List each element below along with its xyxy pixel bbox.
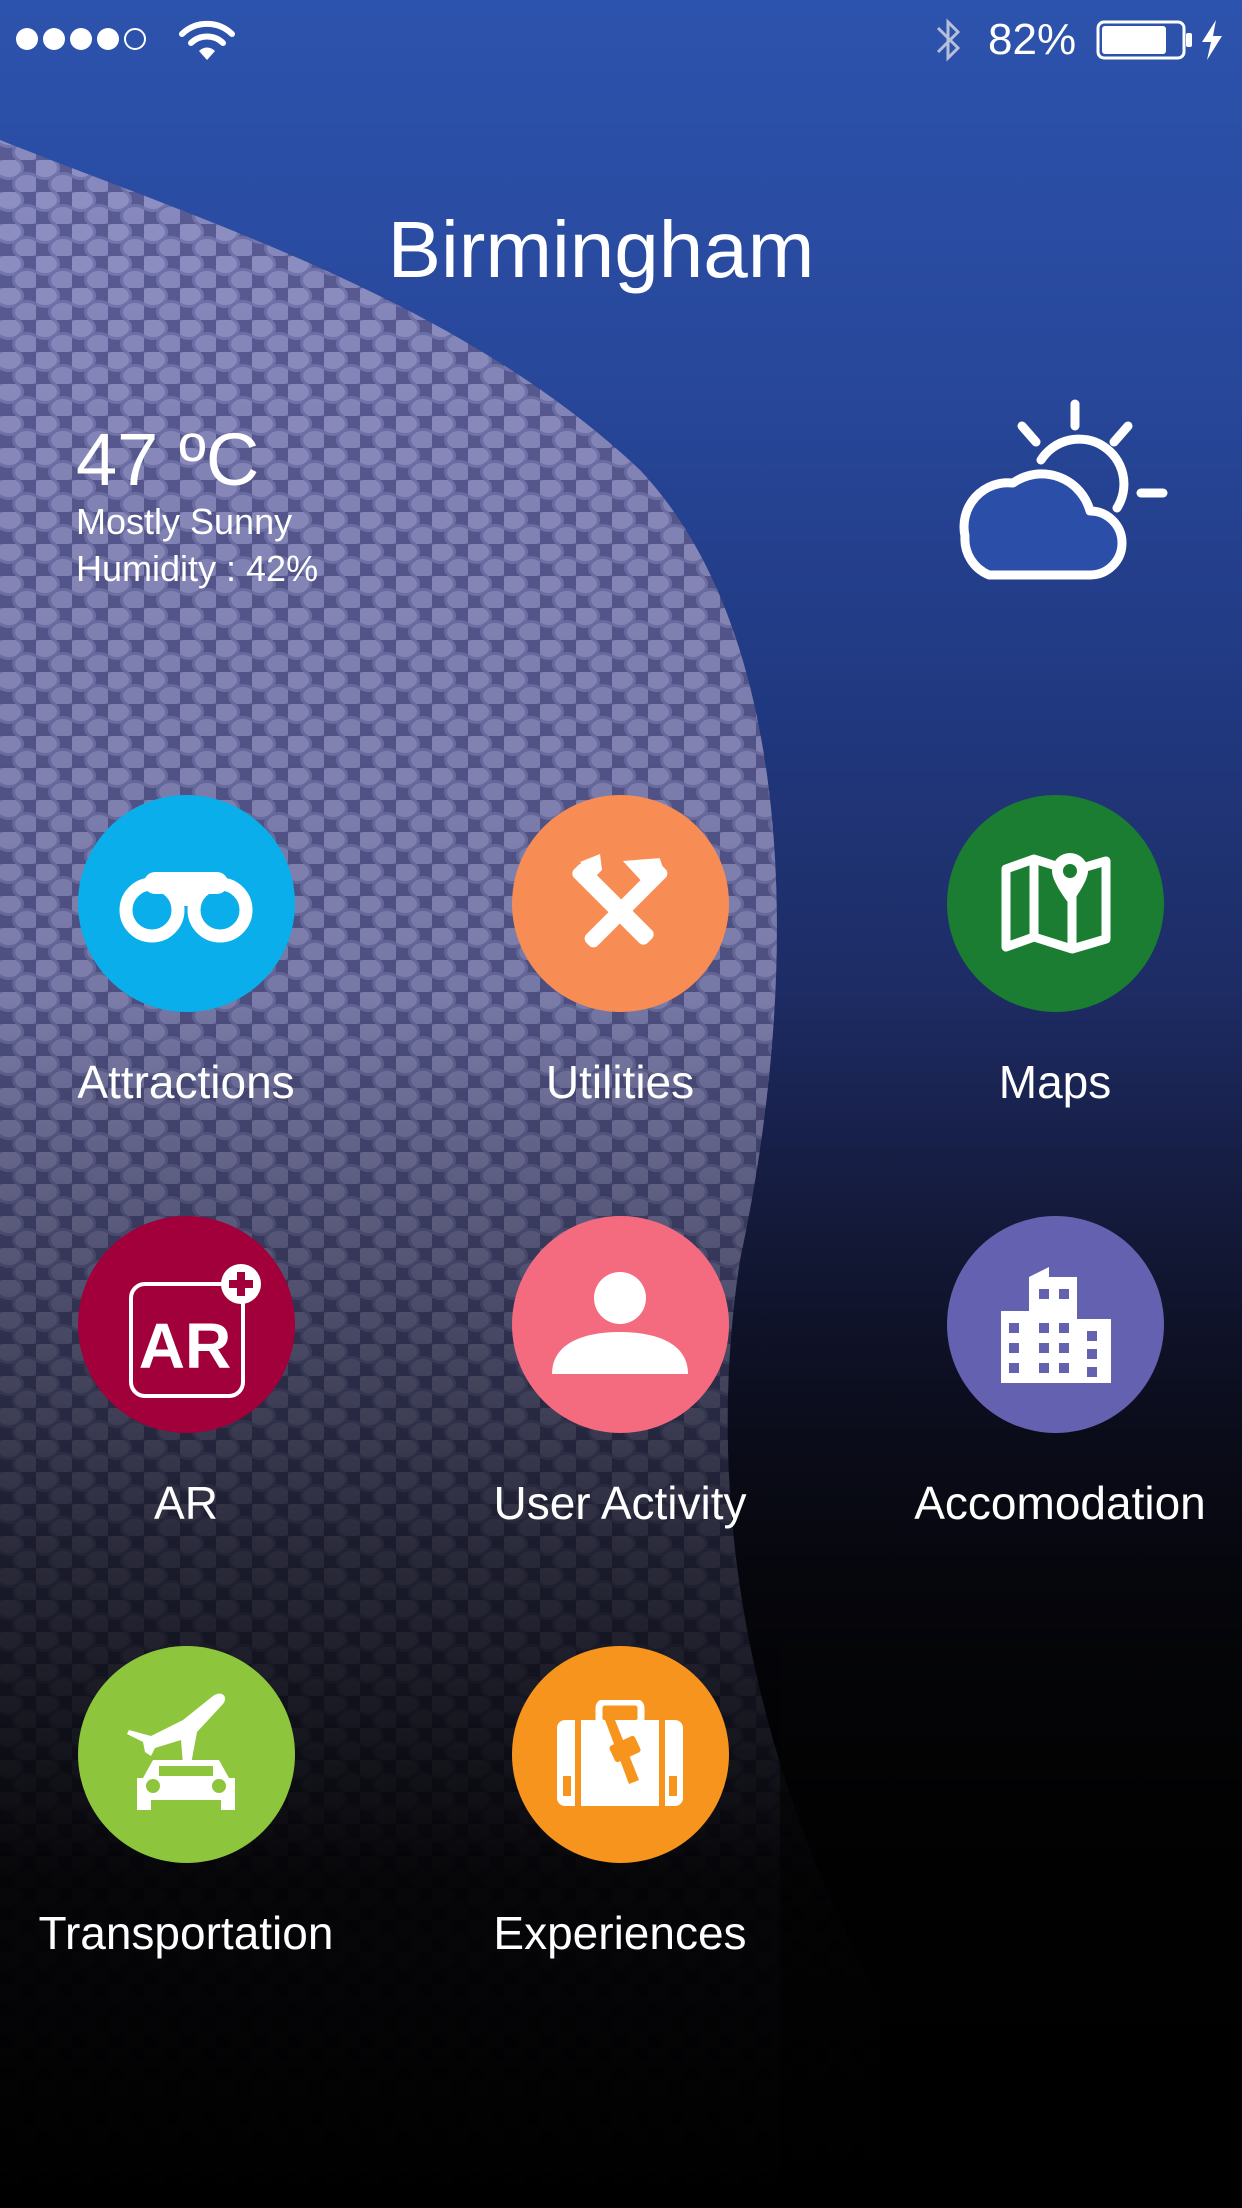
humidity-value: Humidity : 42% <box>76 548 319 589</box>
maps-circle[interactable] <box>947 795 1164 1012</box>
attractions-button[interactable]: Attractions <box>21 795 351 1110</box>
battery-icon <box>1096 20 1192 60</box>
ar-circle[interactable]: AR <box>77 1216 295 1433</box>
experiences-label: Experiences <box>493 1907 747 1959</box>
experiences-circle[interactable] <box>511 1646 729 1863</box>
plane-car-icon <box>127 1693 235 1810</box>
temperature-value: 47 ºC <box>76 418 260 501</box>
user-activity-button[interactable]: User Activity <box>455 1216 785 1531</box>
transportation-label: Transportation <box>38 1907 334 1959</box>
user-activity-circle[interactable] <box>511 1216 729 1433</box>
maps-label: Maps <box>998 1056 1112 1108</box>
weather-condition: Mostly Sunny <box>76 501 293 542</box>
user-icon <box>552 1271 688 1374</box>
attractions-circle[interactable] <box>77 795 295 1012</box>
wifi-icon <box>179 20 235 60</box>
user-activity-label: User Activity <box>493 1477 747 1529</box>
ar-button[interactable]: AR AR <box>21 1216 351 1531</box>
charging-bolt-icon <box>1202 20 1222 60</box>
ar-plus-icon: AR <box>129 1263 261 1398</box>
status-bar: 82% <box>0 0 1242 80</box>
suitcase-icon <box>557 1699 683 1806</box>
accomodation-circle[interactable] <box>947 1216 1164 1433</box>
partly-sunny-icon <box>959 399 1168 580</box>
utilities-label: Utilities <box>545 1056 695 1108</box>
page-title: Birmingham <box>387 205 815 294</box>
building-icon <box>1000 1266 1111 1383</box>
attractions-label: Attractions <box>77 1056 295 1108</box>
svg-text:AR: AR <box>139 1310 231 1382</box>
tools-icon <box>572 853 668 947</box>
binoculars-icon <box>119 871 253 942</box>
transportation-circle[interactable] <box>77 1646 295 1863</box>
signal-dots-icon <box>16 28 146 50</box>
maps-button[interactable]: Maps <box>890 795 1220 1110</box>
transportation-button[interactable]: Transportation <box>21 1646 351 1961</box>
utilities-button[interactable]: Utilities <box>455 795 785 1110</box>
accomodation-button[interactable]: Accomodation <box>895 1216 1225 1531</box>
bluetooth-icon <box>936 18 961 62</box>
accomodation-label: Accomodation <box>914 1477 1206 1529</box>
utilities-circle[interactable] <box>511 795 729 1012</box>
map-pin-icon <box>1001 852 1110 953</box>
battery-percentage: 82% <box>988 15 1077 64</box>
ar-label: AR <box>154 1477 218 1529</box>
experiences-button[interactable]: Experiences <box>455 1646 785 1961</box>
